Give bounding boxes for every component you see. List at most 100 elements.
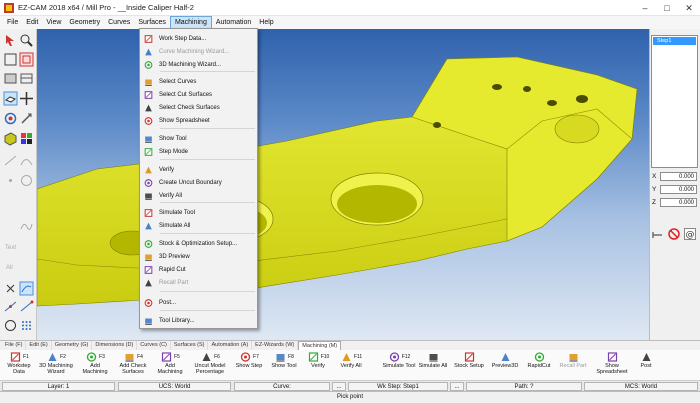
tab-edit[interactable]: Edit (E) (26, 341, 52, 350)
menu-item-tool-library[interactable]: Tool Library... (140, 315, 257, 327)
circle-icon[interactable] (19, 173, 34, 188)
path-status[interactable]: Path: ? (466, 382, 582, 391)
spline-icon[interactable] (19, 219, 34, 234)
menu-item-select-check-surfaces[interactable]: Select Check Surfaces (140, 102, 257, 114)
menu-item-post[interactable]: Post... (140, 297, 257, 309)
ribbon-verify-button[interactable]: F10 Verify (304, 351, 332, 369)
center-snap-icon[interactable] (3, 318, 18, 333)
step-list-item[interactable]: Step1 (653, 37, 696, 45)
menu-item-verify-all[interactable]: Verify All (140, 190, 257, 202)
point-snap-icon[interactable] (3, 281, 18, 296)
minimize-button[interactable]: – (634, 0, 656, 16)
view-iso-icon[interactable] (3, 91, 18, 106)
ribbon-show-spreadsheet-button[interactable]: Show Spreadsheet (592, 351, 632, 375)
workstep-browse-button[interactable]: ... (450, 382, 464, 391)
tab-curves[interactable]: Curves (C) (137, 341, 171, 350)
menu-item-3d-wizard[interactable]: 3D Machining Wizard... (140, 59, 257, 71)
z-coord-field[interactable]: 0.000 (660, 198, 697, 207)
tab-dimensions[interactable]: Dimensions (D) (92, 341, 138, 350)
menu-item-rapid-cut[interactable]: Rapid Cut (140, 264, 257, 276)
relative-coord-icon[interactable] (652, 229, 664, 241)
maximize-button[interactable]: □ (656, 0, 678, 16)
cancel-icon[interactable] (668, 228, 680, 240)
zoom-box-icon[interactable] (19, 52, 34, 67)
ribbon-preview3d-button[interactable]: Preview3D (490, 351, 520, 369)
menu-item-step-mode[interactable]: Step Mode (140, 146, 257, 158)
view-front-icon[interactable] (3, 71, 18, 86)
step-list[interactable]: Step1 (651, 35, 698, 168)
midpoint-snap-icon[interactable] (3, 299, 18, 314)
tab-geometry[interactable]: Geometry (G) (52, 341, 93, 350)
line-icon[interactable] (3, 153, 18, 168)
verify-icon (145, 166, 152, 174)
menu-help[interactable]: Help (255, 16, 277, 29)
ribbon-stock-setup-button[interactable]: Stock Setup (452, 351, 486, 369)
ribbon-recall-part-button[interactable]: Recall Part (558, 351, 588, 369)
ribbon-label: Add Machining (82, 363, 108, 375)
ribbon-show-tool-button[interactable]: F8 Show Tool (268, 351, 300, 369)
menu-item-select-cut-surfaces[interactable]: Select Cut Surfaces (140, 89, 257, 101)
rotate-icon[interactable] (3, 111, 18, 126)
ribbon-simulate-all-button[interactable]: Simulate All (418, 351, 448, 369)
menu-item-stock-setup[interactable]: Stock & Optimization Setup... (140, 238, 257, 250)
zoom-window-icon[interactable] (19, 33, 34, 48)
redraw-icon[interactable] (19, 111, 34, 126)
ribbon-add-check-surfaces-button[interactable]: F4 Add Check Surfaces (116, 351, 150, 375)
curve-status[interactable]: Curve: (234, 382, 330, 391)
ribbon-verify-all-button[interactable]: F11 Verify All (336, 351, 366, 369)
ribbon-3d-machining-wizard-button[interactable]: F2 3D Machining Wizard (38, 351, 74, 375)
x-coord-field[interactable]: 0.000 (660, 172, 697, 181)
pan-icon[interactable] (19, 91, 34, 106)
tab-file[interactable]: File (F) (2, 341, 27, 350)
ucs-status[interactable]: UCS: World (118, 382, 231, 391)
zoom-extents-icon[interactable] (3, 52, 18, 67)
menu-file[interactable]: File (3, 16, 22, 29)
menu-item-spreadsheet[interactable]: Show Spreadsheet (140, 115, 257, 127)
mcs-status[interactable]: MCS: World (584, 382, 698, 391)
view-top-icon[interactable] (19, 71, 34, 86)
close-button[interactable]: ✕ (678, 0, 700, 16)
menu-item-uncut-boundary[interactable]: Create Uncut Boundary (140, 177, 257, 189)
menu-curves[interactable]: Curves (104, 16, 134, 29)
layer-status[interactable]: Layer: 1 (2, 382, 115, 391)
tab-ez-wizards[interactable]: EZ-Wizards (W) (252, 341, 299, 350)
menu-item-show-tool[interactable]: Show Tool (140, 133, 257, 145)
all-tool-label[interactable]: All (6, 265, 13, 271)
ribbon-show-step-button[interactable]: F7 Show Step (233, 351, 265, 369)
ribbon-add-machining-button[interactable]: F5 Add Machining (154, 351, 186, 375)
menu-item-simulate-all[interactable]: Simulate All (140, 220, 257, 232)
shade-solid-icon[interactable] (3, 131, 18, 146)
ribbon-uncut-model-percentage-button[interactable]: F6 Uncut Model Percentage (190, 351, 230, 375)
tab-machining[interactable]: Machining (M) (298, 341, 342, 350)
select-tool-icon[interactable] (3, 33, 18, 48)
menu-item-select-curves[interactable]: Select Curves (140, 76, 257, 88)
menu-geometry[interactable]: Geometry (65, 16, 104, 29)
menu-item-verify[interactable]: Verify (140, 164, 257, 176)
ribbon-add-machining-button[interactable]: F3 Add Machining (78, 351, 112, 375)
menu-item-simulate-tool[interactable]: Simulate Tool (140, 207, 257, 219)
ribbon-simulate-tool-button[interactable]: F12 Simulate Tool (383, 351, 415, 369)
ribbon-workstep-data-button[interactable]: F1 Workstep Data (4, 351, 34, 375)
menu-bar: File Edit View Geometry Curves Surfaces Machin… (0, 16, 700, 29)
arc-icon[interactable] (19, 153, 34, 168)
grid-snap-icon[interactable] (19, 318, 34, 333)
workstep-status[interactable]: Wk Step: Step1 (348, 382, 448, 391)
menu-item-label: Select Check Surfaces (159, 105, 220, 111)
text-tool-label[interactable]: Text (5, 245, 16, 251)
point-icon[interactable] (3, 173, 18, 188)
tab-automation[interactable]: Automation (A) (208, 341, 253, 350)
color-palette-icon[interactable] (19, 131, 34, 146)
ribbon-post-button[interactable]: Post (636, 351, 656, 369)
curve-snap-icon[interactable] (19, 281, 34, 296)
tab-surfaces[interactable]: Surfaces (S) (171, 341, 209, 350)
at-symbol-icon[interactable]: @ (684, 228, 696, 240)
menu-item-3d-preview[interactable]: 3D Preview (140, 251, 257, 263)
menu-edit[interactable]: Edit (22, 16, 42, 29)
menu-view[interactable]: View (42, 16, 65, 29)
curve-browse-button[interactable]: ... (332, 382, 346, 391)
menu-item-work-step-data[interactable]: Work Step Data... (140, 33, 257, 45)
3d-viewport[interactable] (37, 29, 649, 340)
y-coord-field[interactable]: 0.000 (660, 185, 697, 194)
end-snap-icon[interactable] (19, 299, 34, 314)
ribbon-rapidcut-button[interactable]: RapidCut (524, 351, 554, 369)
